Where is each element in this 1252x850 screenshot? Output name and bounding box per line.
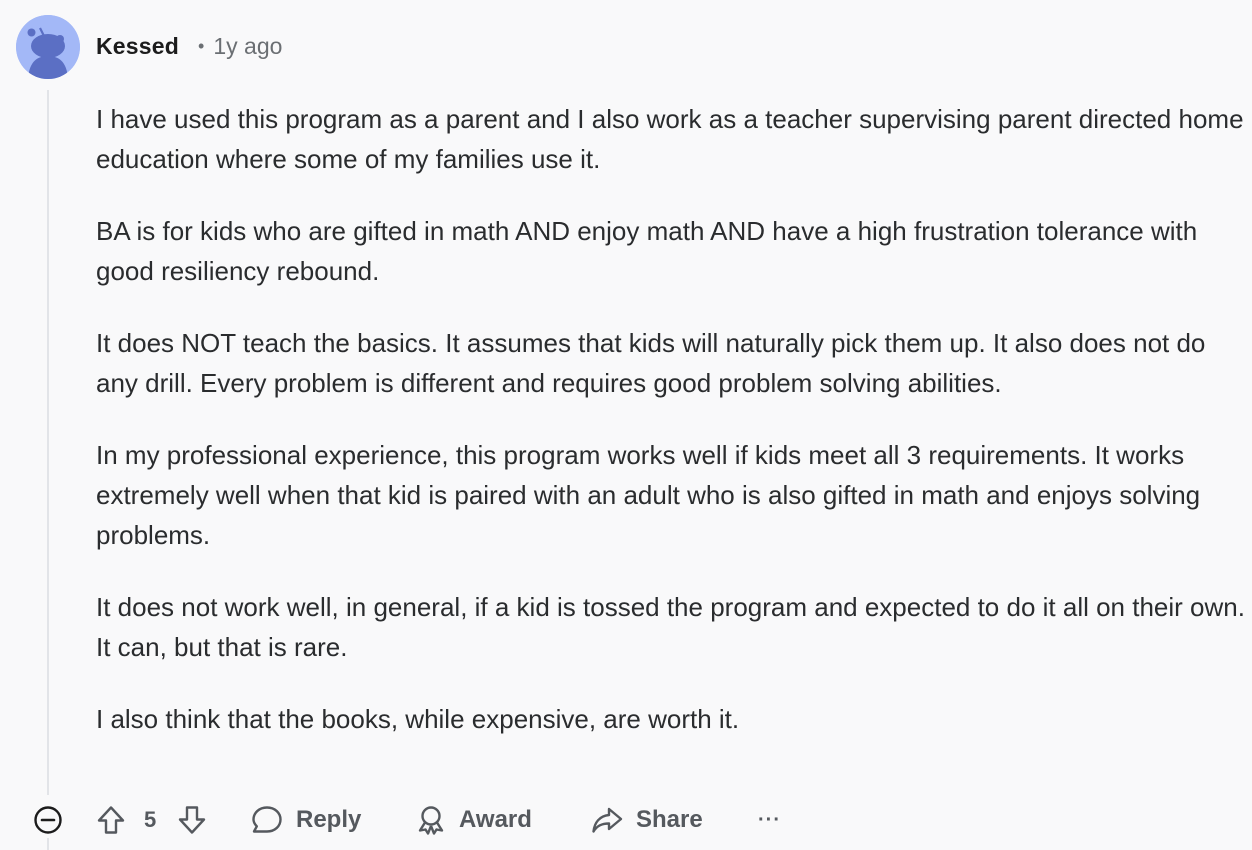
meta-separator: • (198, 35, 205, 56)
comment-paragraph: I also think that the books, while expen… (96, 704, 740, 734)
award-label: Award (459, 806, 532, 833)
speech-bubble-icon (252, 806, 282, 833)
timestamp[interactable]: 1y ago (213, 33, 282, 60)
snoo-avatar-icon (16, 15, 80, 79)
award-button[interactable]: Award (415, 796, 532, 844)
thread-line[interactable] (47, 90, 49, 795)
minus-circle-icon (34, 806, 62, 834)
comment-paragraph: I have used this program as a parent and… (96, 104, 1244, 174)
comment-meta: Kessed • 1y ago (96, 30, 282, 62)
author-name[interactable]: Kessed (96, 33, 179, 60)
reply-button[interactable]: Reply (250, 796, 361, 844)
comment-actions: 5 Reply Award Share ··· (0, 796, 1252, 844)
reply-label: Reply (296, 806, 362, 833)
downvote-button[interactable] (176, 796, 208, 844)
share-button[interactable]: Share (590, 796, 703, 844)
collapse-button[interactable] (33, 796, 63, 844)
upvote-button[interactable] (95, 796, 127, 844)
vote-score: 5 (144, 807, 157, 832)
comment-paragraph: It does NOT teach the basics. It assumes… (96, 328, 1206, 398)
comment-body: I have used this program as a parent and… (96, 99, 1246, 771)
comment: Kessed • 1y ago I have used this program… (0, 0, 1252, 850)
avatar[interactable] (16, 15, 80, 79)
arrow-up-icon (97, 806, 125, 834)
share-arrow-icon (592, 807, 623, 833)
more-options-icon: ··· (758, 808, 781, 831)
more-options-button[interactable]: ··· (758, 796, 781, 844)
award-ribbon-icon (418, 806, 444, 835)
comment-paragraph: In my professional experience, this prog… (96, 440, 1201, 550)
comment-paragraph: It does not work well, in general, if a … (96, 592, 1245, 662)
arrow-down-icon (178, 806, 206, 834)
share-label: Share (636, 806, 703, 833)
comment-paragraph: BA is for kids who are gifted in math AN… (96, 216, 1198, 286)
